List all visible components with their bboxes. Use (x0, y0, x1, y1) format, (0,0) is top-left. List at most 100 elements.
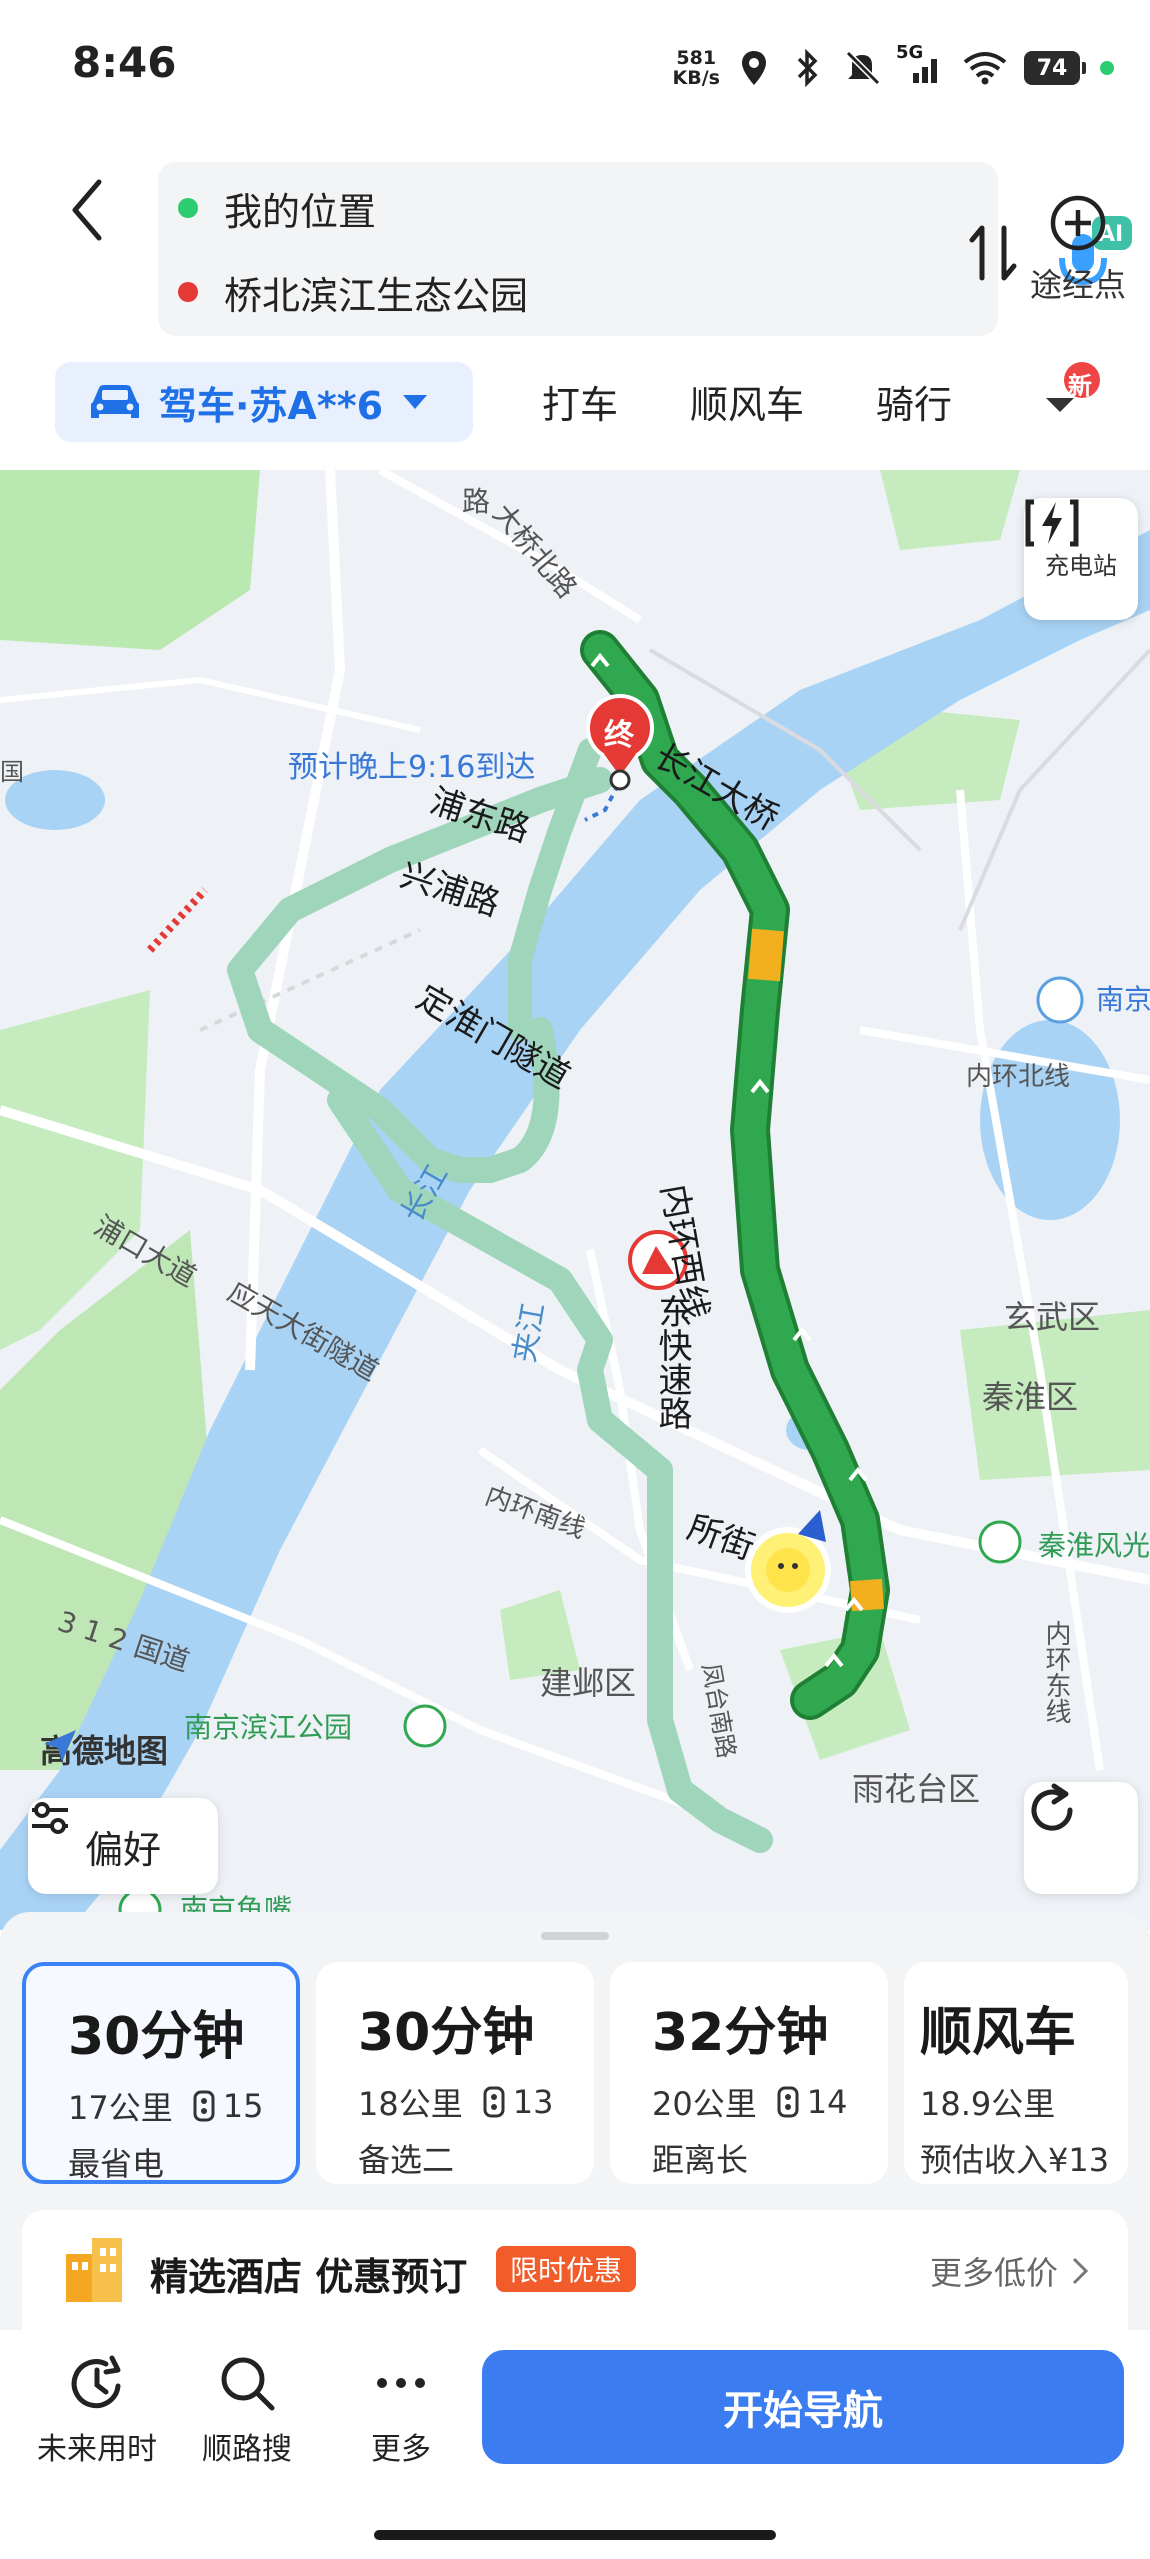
back-button[interactable] (52, 170, 122, 250)
along-search-label: 顺路搜 (202, 2432, 292, 2467)
route-card[interactable]: 30分钟 17公里 15 最省电 (22, 1962, 300, 2184)
search-icon (221, 2357, 275, 2411)
home-indicator[interactable] (374, 2530, 776, 2540)
refresh-icon (1031, 1783, 1073, 1831)
net-speed: 581 KB/s (673, 48, 720, 88)
preference-button[interactable]: 偏好 (28, 1798, 218, 1894)
sheet-grabber[interactable] (541, 1932, 609, 1940)
route-time: 30分钟 (358, 2003, 535, 2063)
start-navigation-button[interactable]: 开始导航 (482, 2350, 1124, 2464)
add-circle-icon (1050, 195, 1106, 251)
refresh-button[interactable] (1024, 1782, 1138, 1894)
route-meta: 20公里 14 (652, 2079, 888, 2125)
waypoint-button[interactable]: 途经点 (1018, 194, 1138, 306)
map-label-nanjing: 南京 (1096, 983, 1150, 1016)
privacy-indicator (1100, 61, 1114, 75)
traffic-light-icon (483, 2086, 505, 2118)
map-view[interactable]: 终 预计晚上9:16到达 长江大桥 内环西线 定淮门隧道 浦东路 兴浦路 东快速… (0, 470, 1150, 1930)
future-time-button[interactable]: 未来用时 (22, 2352, 172, 2468)
hotel-more-link[interactable]: 更多低价 (930, 2248, 1088, 2294)
end-marker-label: 终 (604, 718, 634, 753)
mode-tabs: 驾车·苏A**6 打车 顺风车 骑行 新 (0, 362, 1150, 452)
carpool-income: 预估收入¥13 (920, 2141, 1110, 2179)
swap-icon (969, 225, 1017, 281)
along-search-button[interactable]: 顺路搜 (172, 2352, 322, 2468)
waypoint-label: 途经点 (1029, 266, 1126, 304)
route-time: 32分钟 (652, 2003, 829, 2063)
hotel-title: 精选酒店 优惠预订 (150, 2255, 468, 2299)
tab-drive[interactable]: 驾车·苏A**6 (55, 362, 473, 442)
tab-cycling[interactable]: 骑行 (876, 374, 952, 429)
carpool-title: 顺风车 (920, 2003, 1077, 2063)
hotel-building-icon (66, 2238, 122, 2302)
route-tag: 距离长 (652, 2141, 749, 2179)
status-time: 8:46 (72, 38, 177, 87)
road-label-dong-expressway: 东快速路 (652, 1294, 692, 1430)
route-lights: 13 (512, 2083, 554, 2121)
route-options-sheet: 30分钟 17公里 15 最省电 30分钟 18公里 13 备选二 32分钟 2… (0, 1912, 1150, 2332)
tab-taxi[interactable]: 打车 (542, 374, 618, 429)
start-dot (178, 198, 198, 218)
route-card[interactable]: 30分钟 18公里 13 备选二 (316, 1962, 594, 2184)
charging-station-button[interactable]: 充电站 (1024, 498, 1138, 620)
route-tag: 备选二 (358, 2141, 455, 2179)
start-location-text: 我的位置 (224, 189, 377, 234)
hotel-promo-bar[interactable]: 精选酒店 优惠预订 限时优惠 更多低价 (22, 2210, 1128, 2330)
hotel-badge: 限时优惠 (496, 2246, 637, 2292)
route-distance: 17公里 (68, 2089, 173, 2127)
map-canvas (0, 470, 1150, 1930)
net-speed-value: 581 (676, 47, 717, 69)
map-label-neihuan-bei: 内环北线 (966, 1062, 1071, 1092)
route-lights: 14 (806, 2083, 848, 2121)
carpool-distance: 18.9公里 (920, 2085, 1056, 2123)
carpool-card[interactable]: 顺风车 18.9公里 预估收入¥13 (904, 1962, 1128, 2184)
signal-icon: 5G (896, 42, 946, 88)
future-time-label: 未来用时 (37, 2432, 157, 2467)
bottom-toolbar: 未来用时 顺路搜 更多 开始导航 (0, 2330, 1150, 2559)
mute-icon (842, 48, 882, 88)
route-meta: 17公里 15 (68, 2083, 296, 2129)
car-icon (91, 385, 139, 418)
more-dots-icon (377, 2378, 425, 2388)
map-label-neihuan-dong: 内环东线 (1041, 1620, 1071, 1724)
map-label-xuanwu: 玄武区 (1004, 1298, 1101, 1336)
route-lights: 15 (222, 2087, 264, 2125)
end-location[interactable]: 桥北滨江生态公园 (178, 262, 528, 322)
preference-label: 偏好 (84, 1827, 161, 1872)
amap-logo-icon (44, 1730, 76, 1762)
hotel-more-label: 更多低价 (929, 2254, 1058, 2292)
bluetooth-icon (788, 48, 828, 88)
eta-label: 预计晚上9:16到达 (288, 750, 536, 785)
route-tag: 最省电 (68, 2145, 165, 2183)
status-icons: 581 KB/s 5G 74 (673, 40, 1114, 96)
charging-label: 充电站 (1045, 551, 1117, 580)
end-location-text: 桥北滨江生态公园 (224, 273, 529, 318)
traffic-light-icon (193, 2090, 215, 2122)
amap-logo: 高德地图 (40, 1726, 168, 1772)
new-badge: 新 (1068, 372, 1092, 400)
status-bar: 8:46 581 KB/s 5G 74 (0, 0, 1150, 140)
route-distance: 20公里 (652, 2085, 757, 2123)
route-card[interactable]: 32分钟 20公里 14 距离长 (610, 1962, 888, 2184)
net-speed-unit: KB/s (672, 67, 720, 89)
wifi-icon (960, 48, 1010, 88)
end-dot (178, 282, 198, 302)
chevron-right-icon (1072, 2257, 1088, 2285)
map-label-jianye: 建邺区 (540, 1664, 637, 1702)
route-distance: 18公里 (358, 2085, 463, 2123)
drive-label: 驾车·苏A**6 (159, 383, 384, 428)
more-button[interactable]: 更多 (326, 2352, 476, 2468)
route-meta: 18公里 13 (358, 2079, 594, 2125)
more-label: 更多 (371, 2432, 431, 2467)
route-header: 我的位置 桥北滨江生态公园 AI 途经点 驾车·苏A**6 打车 顺风车 骑行 … (0, 140, 1150, 470)
traffic-light-icon (777, 2086, 799, 2118)
start-location[interactable]: 我的位置 (178, 178, 376, 238)
map-label-lu: 路 (462, 485, 491, 518)
map-label-binjiang: 南京滨江公园 (184, 1711, 353, 1744)
map-label-yuhuatai: 雨花台区 (852, 1770, 981, 1808)
location-box: 我的位置 桥北滨江生态公园 AI (158, 162, 1132, 336)
more-modes-button[interactable]: 新 (1040, 362, 1100, 418)
map-label-qinhuai: 秦淮区 (982, 1378, 1079, 1416)
map-label-left-edge: 国 (0, 758, 24, 786)
tab-carpool[interactable]: 顺风车 (690, 374, 804, 429)
